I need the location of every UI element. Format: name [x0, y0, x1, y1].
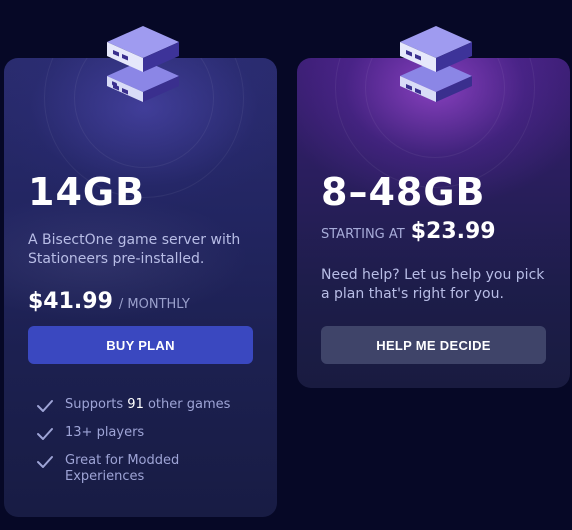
server-stack-icon: [400, 26, 472, 102]
list-item: Supports 91 other games: [36, 397, 256, 414]
plan-size-title: 8–48GB: [321, 170, 486, 214]
help-text: Need help? Let us help you pick a plan t…: [321, 267, 545, 302]
buy-plan-button[interactable]: BUY PLAN: [28, 326, 253, 364]
feature-list: Supports 91 other games 13+ players Grea…: [36, 397, 256, 496]
server-stack-icon: [107, 26, 179, 102]
feature-text-suffix: other games: [143, 397, 231, 412]
starting-price-row: STARTING AT $23.99: [321, 219, 496, 244]
plan-price: $23.99: [410, 219, 496, 244]
feature-text: 13+ players: [65, 425, 145, 440]
feature-text-prefix: Supports: [65, 397, 128, 412]
checkmark-icon: [37, 400, 53, 412]
list-item: Great for Modded Experiences: [36, 453, 256, 485]
starting-label: STARTING AT: [321, 227, 405, 242]
checkmark-icon: [37, 428, 53, 440]
billing-period: / MONTHLY: [118, 297, 190, 312]
price-row: $41.99 / MONTHLY: [28, 289, 190, 314]
feature-text: Supports 91 other games: [65, 397, 230, 413]
feature-highlight: 91: [127, 397, 144, 412]
help-me-decide-button[interactable]: HELP ME DECIDE: [321, 326, 546, 364]
feature-text: Great for Modded Experiences: [65, 453, 180, 484]
plan-size-title: 14GB: [28, 170, 146, 214]
plan-description: A BisectOne game server with Stationeers…: [28, 232, 241, 267]
plan-price: $41.99: [28, 289, 113, 314]
checkmark-icon: [37, 456, 53, 468]
list-item: 13+ players: [36, 425, 256, 442]
